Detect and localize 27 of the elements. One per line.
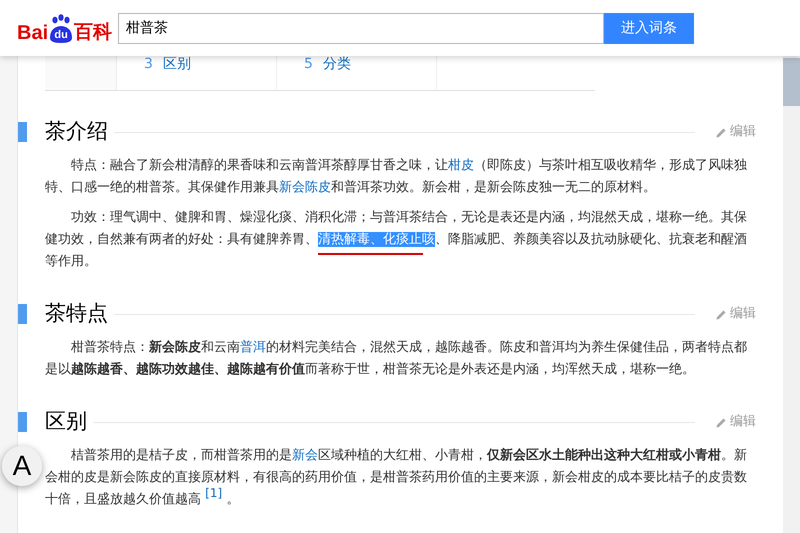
section-marker	[18, 304, 27, 324]
pencil-icon	[715, 126, 728, 138]
edit-button[interactable]: 编辑	[715, 304, 756, 324]
link[interactable]: 新会	[292, 448, 318, 463]
reference-link[interactable]: [1]	[205, 486, 222, 500]
edit-button[interactable]: 编辑	[715, 122, 756, 142]
edit-button[interactable]: 编辑	[715, 412, 756, 432]
section-marker	[18, 122, 27, 142]
section-title: 茶特点	[45, 300, 108, 328]
section-title: 茶介绍	[45, 118, 108, 146]
pencil-icon	[715, 416, 728, 428]
search-field[interactable]: 柑普茶	[118, 12, 604, 44]
paragraph: 柑普茶特点：新会陈皮和云南普洱的材料完美结合，混然天成，越陈越香。陈皮和普洱均为养生保健佳品，两者特点都是以越陈越香、越陈功效越佳、越陈越有价值而著称于世，柑普茶无论是外表还是内涵，均浑然天成，堪称一绝。	[45, 338, 748, 379]
link[interactable]: 柑皮	[448, 158, 474, 173]
toc-link[interactable]: 5 分类	[277, 56, 437, 90]
scrollbar-thumb[interactable]	[783, 58, 800, 106]
search-button[interactable]: 进入词条	[604, 12, 694, 44]
toc-link[interactable]: 3 区别	[117, 56, 277, 90]
section-marker	[18, 412, 27, 432]
baidu-logo[interactable]: Bai du 百科	[17, 12, 117, 44]
pencil-icon	[715, 308, 728, 320]
font-size-button[interactable]: A	[2, 446, 42, 486]
paragraph: 功效：理气调中、健脾和胃、燥湿化痰、消积化滞；与普洱茶结合，无论是表还是内涵，均混然天成，堪称一绝。其保健功效，自然兼有两者的好处：具有健脾养胃、清热解毒、化痰止咳、降脂减肥、养颜美容以及抗动脉硬化、抗衰老和醒酒等作用。	[45, 208, 748, 271]
link[interactable]: 普洱	[240, 340, 266, 355]
link[interactable]: 新会陈皮	[279, 180, 331, 195]
paragraph: 特点：融合了新会柑清醇的果香味和云南普洱茶醇厚甘香之味，让柑皮（即陈皮）与茶叶相互吸收精华，形成了风味独特、口感一绝的柑普茶。其保健作用兼具新会陈皮和普洱茶功效。新会柑，是新会陈皮独一无二的原材料。	[45, 156, 748, 197]
section-title: 区别	[45, 408, 87, 436]
